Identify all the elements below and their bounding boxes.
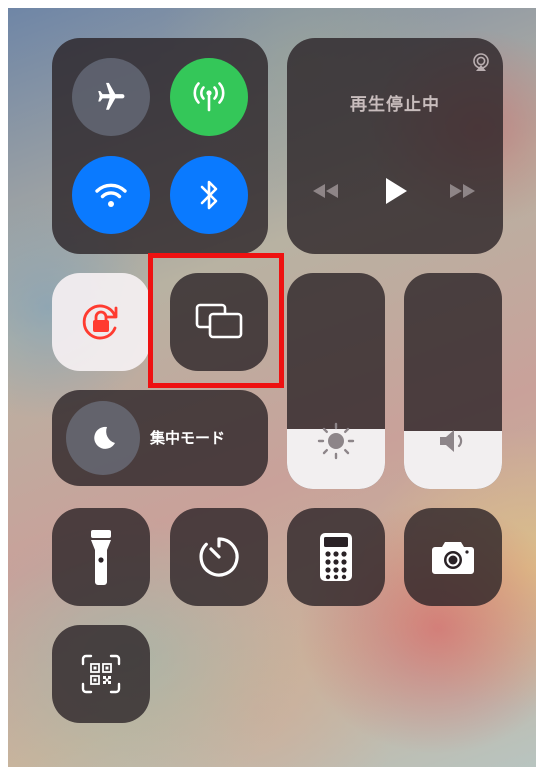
airplane-icon <box>94 80 128 114</box>
airplane-mode-button[interactable] <box>72 58 150 136</box>
play-icon[interactable] <box>383 176 409 206</box>
connectivity-module <box>52 38 268 254</box>
moon-icon <box>88 423 118 453</box>
now-playing-module[interactable]: 再生停止中 <box>287 38 503 254</box>
timer-button[interactable] <box>170 508 268 606</box>
timer-icon <box>197 535 241 579</box>
cellular-data-button[interactable] <box>170 58 248 136</box>
calculator-icon <box>319 532 353 582</box>
control-center: 再生停止中 集中モード <box>8 8 536 767</box>
bluetooth-button[interactable] <box>170 156 248 234</box>
fast-forward-icon[interactable] <box>449 182 477 200</box>
code-scanner-button[interactable] <box>52 625 150 723</box>
antenna-icon <box>190 80 228 114</box>
bluetooth-icon <box>197 178 221 212</box>
highlight-box <box>148 253 284 388</box>
volume-slider[interactable] <box>404 273 502 489</box>
rotation-lock-button[interactable] <box>52 273 150 371</box>
qr-code-icon <box>81 654 121 694</box>
flashlight-button[interactable] <box>52 508 150 606</box>
sun-icon <box>316 421 356 461</box>
playback-status: 再生停止中 <box>350 95 440 115</box>
focus-mode-button[interactable]: 集中モード <box>52 390 268 486</box>
wifi-icon <box>93 180 129 210</box>
brightness-slider[interactable] <box>287 273 385 489</box>
calculator-button[interactable] <box>287 508 385 606</box>
flashlight-icon <box>89 528 113 586</box>
rewind-icon[interactable] <box>311 182 339 200</box>
camera-icon <box>431 539 475 575</box>
wifi-button[interactable] <box>72 156 150 234</box>
focus-mode-toggle[interactable] <box>66 401 140 475</box>
rotation-lock-icon <box>77 298 125 346</box>
focus-mode-label: 集中モード <box>150 429 226 447</box>
camera-button[interactable] <box>404 508 502 606</box>
speaker-icon <box>437 427 469 455</box>
airplay-icon[interactable] <box>471 52 491 72</box>
